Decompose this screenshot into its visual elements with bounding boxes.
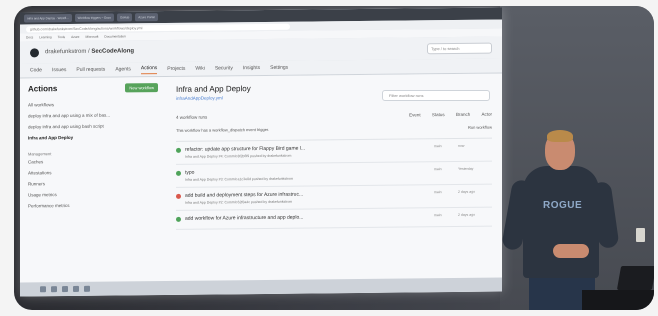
workflow-run-row[interactable]: refactor: update app structure for Flapp… [176, 138, 492, 165]
runs-header: 4 workflow runs Event Status Branch Acto… [176, 112, 492, 120]
presenter: ROGUE [501, 130, 621, 310]
sidebar-item-performance-metrics[interactable]: Performance metrics [28, 199, 158, 211]
filter-actor-dropdown[interactable]: Actor [481, 112, 492, 117]
workflow-run-row[interactable]: add build and deployment steps for Azure… [176, 184, 492, 211]
browser-tab[interactable]: Azure Portal [135, 13, 158, 22]
workflow-run-row[interactable]: typo Infra and App Deploy #3: Commit a1c… [176, 161, 492, 188]
tab-code[interactable]: Code [30, 67, 42, 73]
shirt-logo: ROGUE [543, 200, 583, 211]
tab-wiki[interactable]: Wiki [195, 66, 204, 72]
bookmark[interactable]: Learning [39, 35, 51, 39]
breadcrumb-separator: / [88, 48, 90, 55]
bookmark[interactable]: Docs [26, 35, 33, 39]
tab-insights[interactable]: Insights [243, 65, 260, 71]
repo-name-link[interactable]: SecCodeAlong [91, 48, 134, 54]
run-time: Yesterday [458, 166, 474, 171]
run-branch[interactable]: main [434, 167, 454, 171]
repo-owner-link[interactable]: drakefunkstrom [45, 49, 86, 55]
dispatch-text: This workflow has a workflow_dispatch ev… [176, 126, 270, 133]
tab-settings[interactable]: Settings [270, 65, 288, 71]
github-logo-icon[interactable] [30, 47, 39, 57]
run-meta [185, 223, 303, 224]
run-title[interactable]: add build and deployment steps for Azure… [185, 192, 303, 199]
filter-event-dropdown[interactable]: Event [409, 112, 421, 117]
filter-runs-input[interactable]: Filter workflow runs [382, 90, 490, 101]
run-branch[interactable]: main [434, 144, 454, 148]
runs-filters: Event Status Branch Actor [399, 112, 492, 118]
run-time: now [458, 143, 465, 148]
filter-branch-dropdown[interactable]: Branch [456, 112, 470, 117]
presentation-table [582, 290, 654, 310]
taskbar-app-icon[interactable] [84, 285, 90, 292]
run-meta: Infra and App Deploy #4: Commit 8f2b6f9 … [185, 153, 292, 159]
search-input[interactable]: Type / to search [427, 42, 492, 54]
run-title[interactable]: refactor: update app structure for Flapp… [185, 146, 305, 153]
run-workflow-button[interactable]: Run workflow [468, 125, 492, 130]
sidebar-header: Actions New workflow [28, 83, 158, 93]
projected-screen: Infra and App Deploy · Workfl... Workflo… [20, 7, 502, 297]
run-branch[interactable]: main [434, 213, 454, 217]
run-meta: Infra and App Deploy #3: Commit a1c3e0d … [185, 176, 294, 182]
wall-outlet [636, 228, 645, 242]
tab-issues[interactable]: Issues [52, 67, 66, 73]
sidebar-item-workflow-selected[interactable]: Infra and App Deploy [28, 131, 158, 143]
success-check-icon [176, 147, 181, 153]
repo-breadcrumb: drakefunkstrom / SecCodeAlong [45, 48, 134, 55]
taskbar-app-icon[interactable] [62, 286, 68, 293]
tab-agents[interactable]: Agents [115, 66, 131, 72]
browser-tab[interactable]: Infra and App Deploy · Workfl... [24, 13, 72, 23]
tab-projects[interactable]: Projects [167, 66, 185, 72]
workflow-run-row[interactable]: add workflow for Azure infrastructure an… [176, 207, 492, 230]
browser-tab[interactable]: GitHub [116, 13, 133, 22]
bookmark[interactable]: Documentation [104, 34, 125, 38]
start-icon[interactable] [40, 286, 46, 293]
bookmark[interactable]: Tools [58, 35, 65, 39]
taskbar-app-icon[interactable] [51, 286, 57, 293]
workflow-main: Infra and App Deploy infraAndAppDeploy.y… [166, 73, 502, 295]
bookmark[interactable]: Microsoft [85, 35, 98, 39]
taskbar-app-icon[interactable] [73, 285, 79, 292]
presenter-hair [547, 130, 573, 142]
tab-security[interactable]: Security [215, 65, 233, 71]
run-time: 2 days ago [458, 189, 476, 194]
actions-body: Actions New workflow All workflows deplo… [20, 73, 502, 297]
actions-sidebar: Actions New workflow All workflows deplo… [20, 77, 166, 297]
sidebar-title: Actions [28, 84, 58, 94]
presenter-shirt [523, 166, 599, 278]
tab-actions[interactable]: Actions [140, 64, 158, 74]
laptop [616, 266, 654, 290]
run-branch[interactable]: main [434, 190, 454, 194]
run-meta: Infra and App Deploy #2: Commit 62f0a4c … [185, 199, 293, 205]
bookmark[interactable]: Azure [71, 35, 79, 39]
photo-frame: Infra and App Deploy · Workfl... Workflo… [14, 6, 654, 310]
browser-tab[interactable]: Workflow triggers – Docs [74, 13, 114, 22]
run-title[interactable]: add workflow for Azure infrastructure an… [185, 215, 303, 222]
run-time: 2 days ago [458, 212, 476, 217]
filter-status-dropdown[interactable]: Status [432, 112, 445, 117]
runs-count: 4 workflow runs [176, 114, 208, 120]
failure-x-icon [176, 193, 181, 199]
success-check-icon [176, 170, 181, 176]
success-check-icon [176, 216, 181, 222]
new-workflow-button[interactable]: New workflow [125, 83, 158, 93]
tab-pull-requests[interactable]: Pull requests [76, 67, 105, 73]
run-title[interactable]: typo [185, 169, 293, 176]
presenter-hands [553, 244, 589, 258]
